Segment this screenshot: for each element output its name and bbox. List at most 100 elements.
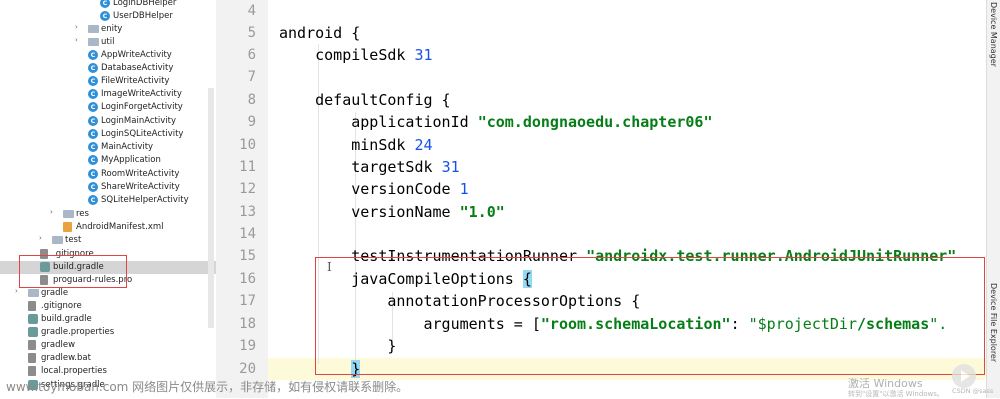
tree-item[interactable]: C MyApplication [0,154,216,167]
tree-item[interactable]: C UserDBHelper [0,10,216,23]
tree-item[interactable]: gradlew.bat [0,352,216,365]
class-icon: C [88,129,98,139]
tree-item[interactable]: › enity [0,23,216,36]
xml-icon [63,222,72,232]
tree-item[interactable]: gradlew [0,339,216,352]
class-icon: C [88,63,98,73]
code-token: minSdk [351,136,415,154]
tree-item[interactable]: local.properties [0,365,216,378]
tree-item[interactable]: gradle.properties [0,326,216,339]
device-file-explorer-tab[interactable]: Device File Explorer [989,283,998,362]
tree-item-label: AndroidManifest.xml [76,222,164,232]
tree-item[interactable]: C FileWriteActivity [0,75,216,88]
code-number: 31 [414,46,433,64]
code-number: 24 [414,136,433,154]
line-number: 8 [247,92,256,108]
file-icon [28,340,36,350]
chevron-right-icon[interactable]: › [75,36,83,44]
class-icon: C [88,116,98,126]
folder-icon [28,289,39,297]
code-line-8[interactable]: defaultConfig { [279,89,451,111]
folder-icon [52,236,63,244]
line-number: 19 [239,338,256,354]
line-number: 14 [239,226,256,242]
code-line-5[interactable]: android { [279,22,360,44]
tree-item[interactable]: › gradle [0,287,216,300]
tree-item-label: .gitignore [41,301,82,311]
tree-item[interactable]: › res [0,208,216,221]
line-number: 17 [239,293,256,309]
tree-scrollbar[interactable] [208,88,214,328]
tree-item-label: local.properties [41,366,107,376]
code-token: { [432,91,451,109]
play-icon[interactable] [952,364,976,388]
folder-icon [88,25,99,33]
code-line-6[interactable]: compileSdk 31 [279,44,433,66]
editor-gutter: 4 5 6 7 8 9 10 11 12 13 14 15 16 17 18 19 20 [216,0,277,398]
line-number: 10 [239,137,256,153]
tree-item-label: LoginMainActivity [101,116,177,126]
tree-item[interactable]: › test [0,234,216,247]
device-manager-tab[interactable]: Device Manager [989,2,998,67]
code-line-13[interactable]: versionName "1.0" [279,201,505,223]
class-icon: C [88,195,98,205]
tree-item-label: UserDBHelper [113,11,173,21]
code-token: compileSdk [315,46,415,64]
tree-item[interactable]: .gitignore [0,300,216,313]
tree-item[interactable]: C ImageWriteActivity [0,88,216,101]
tree-item[interactable]: C LoginDBHelper [0,0,216,10]
line-number: 12 [239,181,256,197]
tree-item-label: FileWriteActivity [101,76,170,86]
tree-item-label: test [65,235,82,245]
chevron-right-icon[interactable]: › [50,208,58,216]
tree-item-label: LoginSQLiteActivity [101,129,184,139]
line-number: 4 [247,3,256,19]
tree-item[interactable]: C MainActivity [0,141,216,154]
tree-item[interactable]: C SQLiteHelperActivity [0,194,216,207]
tree-item[interactable]: C DatabaseActivity [0,62,216,75]
gradle-icon [28,327,38,337]
tree-item[interactable]: C LoginSQLiteActivity [0,128,216,141]
tree-item[interactable]: C ShareWriteActivity [0,181,216,194]
tree-item-label: gradle [41,288,69,298]
tree-item[interactable]: AndroidManifest.xml [0,221,216,234]
tree-item[interactable]: › util [0,36,216,49]
tree-item[interactable]: C RoomWriteActivity [0,168,216,181]
code-string: "com.dongnaoedu.chapter06" [477,113,713,131]
class-icon: C [88,76,98,86]
tree-item[interactable]: C LoginForgetActivity [0,101,216,114]
code-line-10[interactable]: minSdk 24 [279,134,433,156]
tree-item[interactable]: build.gradle [0,313,216,326]
code-line-9[interactable]: applicationId "com.dongnaoedu.chapter06" [279,111,713,133]
class-icon: C [88,155,98,165]
watermark-text: www.toymoban.com 网络图片仅供展示，非存储，如有侵权请联系删除。 [6,380,409,394]
code-token: android [279,24,343,42]
code-line-11[interactable]: targetSdk 31 [279,156,459,178]
tree-item[interactable]: C LoginMainActivity [0,115,216,128]
file-icon [28,353,36,363]
tree-item-label: build.gradle [41,314,92,324]
tree-item-label: MainActivity [101,142,154,152]
tree-item-label: DatabaseActivity [101,63,174,73]
class-icon: C [100,11,110,21]
file-icon [28,301,36,311]
tree-item-label: gradlew [41,340,76,350]
code-token: defaultConfig [315,91,433,109]
line-number: 6 [247,47,256,63]
tree-item-label: LoginDBHelper [113,0,177,8]
line-number: 13 [239,204,256,220]
text-cursor-icon: I [327,260,332,274]
code-token: applicationId [351,113,478,131]
chevron-right-icon[interactable]: › [39,234,47,242]
line-number: 18 [239,316,256,332]
chevron-right-icon[interactable]: › [75,23,83,31]
class-icon: C [88,142,98,152]
tree-item-label: util [101,37,115,47]
code-number: 1 [459,180,469,198]
chevron-right-icon[interactable]: › [15,287,23,295]
code-line-12[interactable]: versionCode 1 [279,178,469,200]
tree-item-label: RoomWriteActivity [101,169,180,179]
folder-icon [63,210,74,218]
line-number: 16 [239,271,256,287]
tree-item[interactable]: C AppWriteActivity [0,49,216,62]
